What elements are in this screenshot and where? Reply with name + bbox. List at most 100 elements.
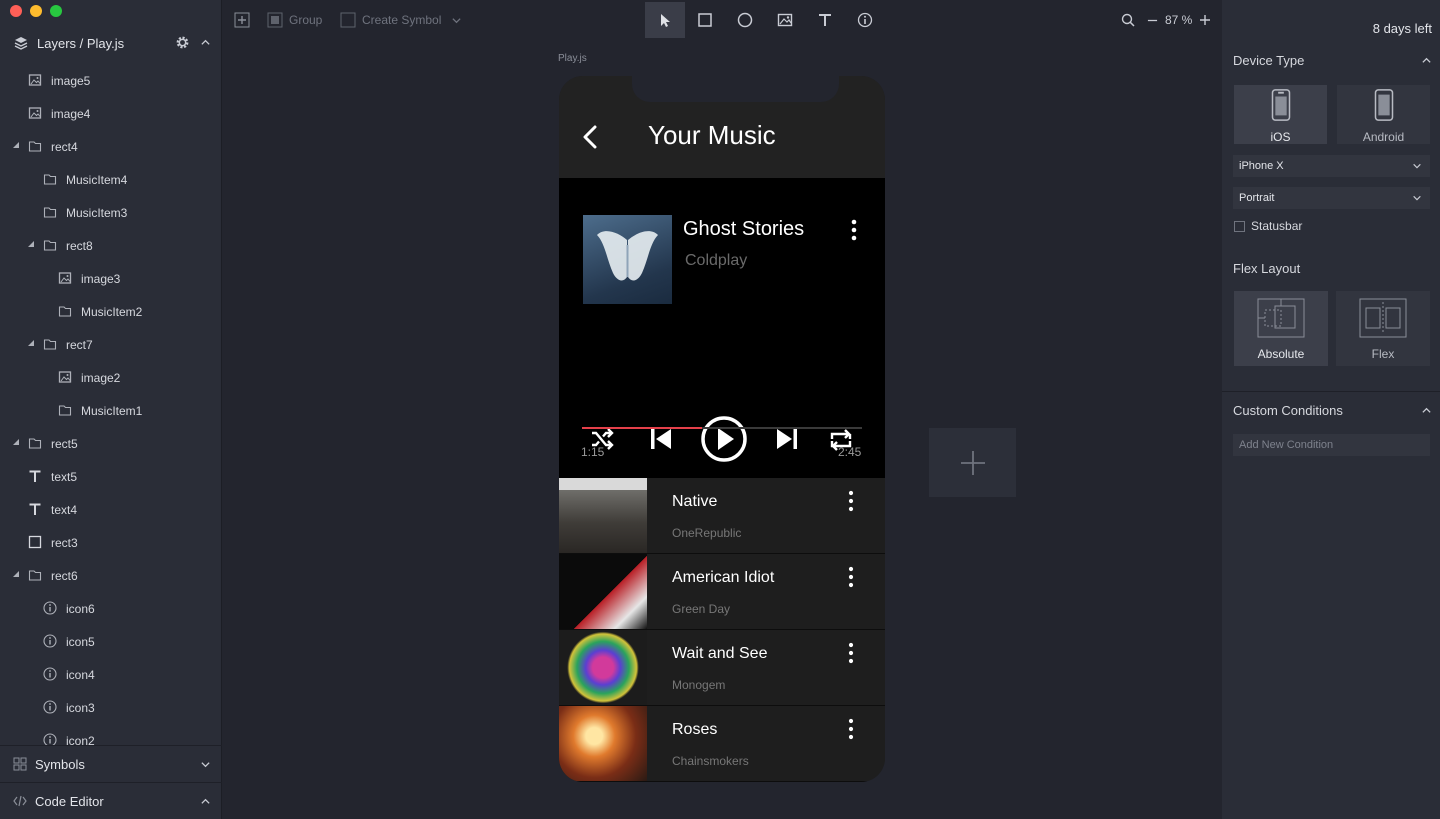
orientation-select[interactable]: Portrait xyxy=(1233,187,1430,209)
song-row[interactable]: American Idiot Green Day xyxy=(559,554,885,630)
chevron-up-icon[interactable] xyxy=(200,796,211,807)
song-title: American Idiot xyxy=(672,569,775,586)
more-vertical-icon[interactable] xyxy=(841,566,861,588)
symbol-icon xyxy=(340,12,356,28)
layer-label: text5 xyxy=(51,469,78,484)
layer-row-text5[interactable]: text5 xyxy=(0,460,222,493)
skip-previous-icon[interactable] xyxy=(647,425,675,453)
layer-row-musicitem4[interactable]: MusicItem4 xyxy=(0,163,222,196)
absolute-layout-icon xyxy=(1257,298,1305,338)
progress-bar[interactable] xyxy=(582,427,862,429)
layer-row-rect5[interactable]: rect5 xyxy=(0,427,222,460)
info-tool[interactable] xyxy=(845,2,885,38)
close-window-button[interactable] xyxy=(10,5,22,17)
layer-row-rect6[interactable]: rect6 xyxy=(0,559,222,592)
add-artboard-button[interactable] xyxy=(929,428,1016,497)
layers-panel-header[interactable]: Layers / Play.js xyxy=(0,28,222,58)
chevron-up-icon[interactable] xyxy=(1421,405,1432,416)
song-row[interactable]: Native OneRepublic xyxy=(559,478,885,554)
now-playing-title: Ghost Stories xyxy=(683,218,805,240)
layer-row-icon2[interactable]: icon2 xyxy=(0,724,222,746)
chevron-down-icon[interactable] xyxy=(451,15,462,26)
layer-row-icon3[interactable]: icon3 xyxy=(0,691,222,724)
song-row[interactable]: Wait and See Monogem xyxy=(559,630,885,706)
layer-row-image3[interactable]: image3 xyxy=(0,262,222,295)
song-artwork xyxy=(559,706,647,781)
symbols-section[interactable]: Symbols xyxy=(0,745,222,782)
disclosure-triangle-icon[interactable] xyxy=(12,141,20,149)
gear-icon[interactable] xyxy=(175,35,190,50)
current-time: 1:15 xyxy=(581,445,605,459)
statusbar-toggle[interactable]: Statusbar xyxy=(1234,219,1302,233)
add-artboard-icon[interactable] xyxy=(234,12,250,28)
chevron-up-icon[interactable] xyxy=(200,37,211,48)
add-condition-input[interactable]: Add New Condition xyxy=(1233,434,1430,456)
create-symbol-button[interactable]: Create Symbol xyxy=(340,12,462,28)
image-icon xyxy=(58,272,72,284)
minimize-window-button[interactable] xyxy=(30,5,42,17)
image-icon xyxy=(777,13,793,27)
layer-row-musicitem3[interactable]: MusicItem3 xyxy=(0,196,222,229)
more-vertical-icon[interactable] xyxy=(844,218,864,242)
group-button[interactable]: Group xyxy=(267,12,322,28)
select-tool[interactable] xyxy=(645,2,685,38)
device-android-option[interactable]: Android xyxy=(1337,85,1430,144)
folder-icon xyxy=(43,339,57,350)
ellipse-tool[interactable] xyxy=(725,2,765,38)
layers-icon xyxy=(14,37,28,50)
layer-row-icon5[interactable]: icon5 xyxy=(0,625,222,658)
back-arrow-icon[interactable] xyxy=(579,124,601,150)
statusbar-checkbox[interactable] xyxy=(1234,220,1245,232)
device-model-select[interactable]: iPhone X xyxy=(1233,155,1430,177)
code-editor-section[interactable]: Code Editor xyxy=(0,782,222,819)
layout-absolute-option[interactable]: Absolute xyxy=(1234,291,1328,366)
layers-sidebar: Layers / Play.js image5 image4 rect4 MusicI… xyxy=(0,0,222,819)
chevron-up-icon[interactable] xyxy=(1421,55,1432,66)
layer-row-rect4[interactable]: rect4 xyxy=(0,130,222,163)
group-label: Group xyxy=(289,13,323,27)
more-vertical-icon[interactable] xyxy=(841,642,861,664)
search-icon[interactable] xyxy=(1121,13,1135,27)
folder-icon xyxy=(58,306,72,317)
section-divider xyxy=(1222,391,1440,392)
chevron-down-icon[interactable] xyxy=(200,759,211,770)
artboard-label: Play.js xyxy=(558,53,587,64)
disclosure-triangle-icon[interactable] xyxy=(12,438,20,446)
layer-row-musicitem2[interactable]: MusicItem2 xyxy=(0,295,222,328)
play-icon[interactable] xyxy=(699,414,749,464)
disclosure-triangle-icon[interactable] xyxy=(27,240,35,248)
rectangle-tool[interactable] xyxy=(685,2,725,38)
zoom-in-icon[interactable] xyxy=(1199,14,1211,26)
layer-label: image5 xyxy=(51,73,91,88)
layer-row-icon4[interactable]: icon4 xyxy=(0,658,222,691)
layer-row-image4[interactable]: image4 xyxy=(0,97,222,130)
layer-label: image4 xyxy=(51,106,91,121)
more-vertical-icon[interactable] xyxy=(841,490,861,512)
layer-row-image5[interactable]: image5 xyxy=(0,64,222,97)
rectangle-icon xyxy=(698,13,712,27)
more-vertical-icon[interactable] xyxy=(841,718,861,740)
maximize-window-button[interactable] xyxy=(50,5,62,17)
device-ios-option[interactable]: iOS xyxy=(1234,85,1327,144)
info-icon xyxy=(43,700,57,714)
phone-artboard[interactable]: Your Music Ghost Stories Coldplay 1:15 2… xyxy=(559,76,885,782)
text-tool[interactable] xyxy=(805,2,845,38)
zoom-out-icon[interactable] xyxy=(1147,15,1158,26)
phone-notch xyxy=(632,76,839,102)
image-tool[interactable] xyxy=(765,2,805,38)
layer-row-rect3[interactable]: rect3 xyxy=(0,526,222,559)
layout-flex-option[interactable]: Flex xyxy=(1336,291,1430,366)
disclosure-triangle-icon[interactable] xyxy=(27,339,35,347)
layer-row-icon6[interactable]: icon6 xyxy=(0,592,222,625)
disclosure-triangle-icon[interactable] xyxy=(12,570,20,578)
layer-row-musicitem1[interactable]: MusicItem1 xyxy=(0,394,222,427)
layer-row-rect8[interactable]: rect8 xyxy=(0,229,222,262)
skip-next-icon[interactable] xyxy=(773,425,801,453)
group-icon xyxy=(267,12,283,28)
layer-row-image2[interactable]: image2 xyxy=(0,361,222,394)
layer-row-rect7[interactable]: rect7 xyxy=(0,328,222,361)
device-ios-label: iOS xyxy=(1270,130,1291,144)
device-model-value: iPhone X xyxy=(1239,160,1284,172)
layer-row-text4[interactable]: text4 xyxy=(0,493,222,526)
song-row[interactable]: Roses Chainsmokers xyxy=(559,706,885,782)
